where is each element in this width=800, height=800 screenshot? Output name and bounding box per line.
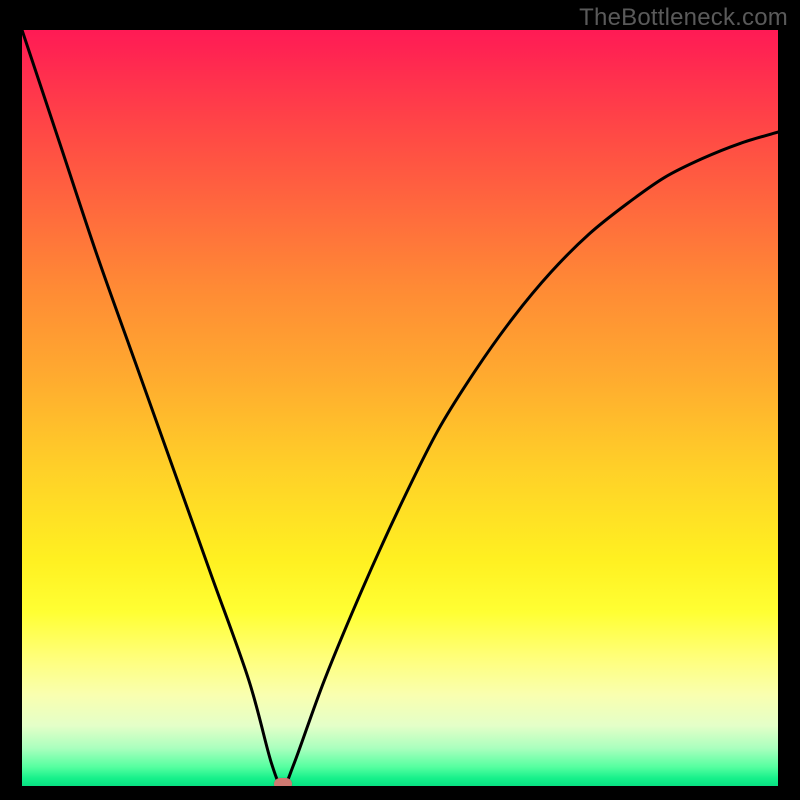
curve-svg xyxy=(22,30,778,786)
figure-container: TheBottleneck.com xyxy=(0,0,800,800)
plot-area xyxy=(22,30,778,786)
watermark-text: TheBottleneck.com xyxy=(579,4,788,32)
bottleneck-curve xyxy=(22,30,778,786)
optimum-marker xyxy=(274,778,292,786)
